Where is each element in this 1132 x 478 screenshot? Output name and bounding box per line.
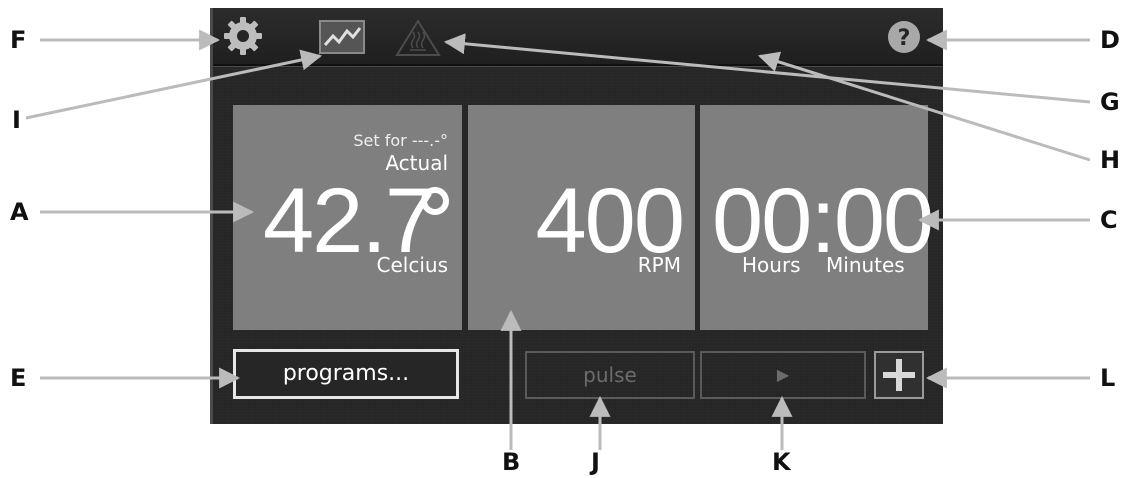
leader-h	[757, 51, 1091, 162]
callout-g: G	[1100, 88, 1120, 116]
callout-b: B	[502, 448, 521, 476]
callout-leaders	[25, 29, 1091, 450]
callout-l: L	[1100, 364, 1116, 392]
callout-j: J	[591, 448, 600, 476]
callout-e: E	[10, 364, 27, 392]
callout-a: A	[10, 198, 29, 226]
callout-h: H	[1100, 146, 1121, 174]
callout-f: F	[10, 26, 27, 54]
callout-i: I	[12, 106, 21, 134]
leader-g	[443, 33, 1091, 104]
callout-k: K	[772, 448, 791, 476]
callout-c: C	[1100, 206, 1118, 234]
leader-i	[25, 49, 323, 120]
callout-d: D	[1100, 26, 1120, 54]
